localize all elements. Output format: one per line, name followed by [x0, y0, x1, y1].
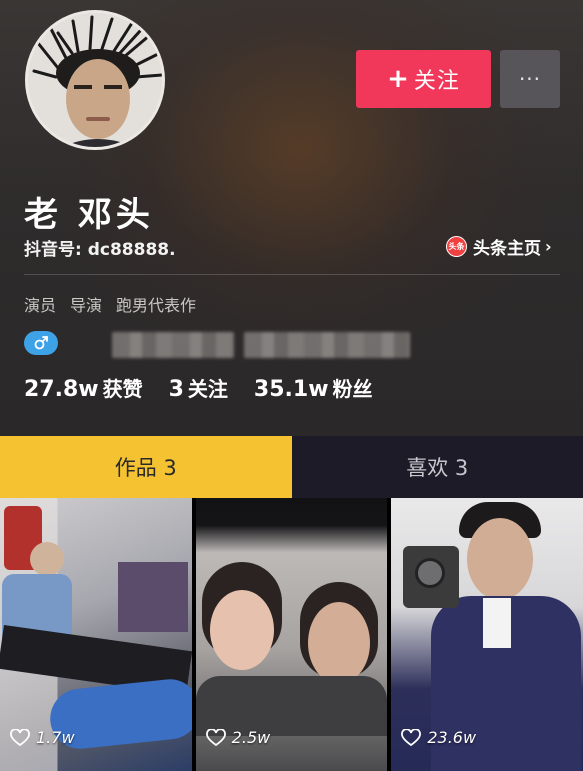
toutiao-icon: 头条 [446, 236, 467, 257]
heart-icon [10, 728, 30, 746]
tab-works[interactable]: 作品 3 [0, 436, 292, 498]
toutiao-link-label: 头条主页 [473, 239, 541, 259]
video-thumbnail[interactable]: 2.5w [195, 498, 388, 771]
divider [24, 274, 560, 275]
thumbnail-person [483, 598, 512, 648]
heart-icon [401, 728, 422, 746]
video-likes: 2.5w [205, 728, 271, 747]
avatar[interactable] [25, 10, 165, 150]
plus-icon: + [387, 64, 410, 94]
video-thumbnail[interactable]: 23.6w [391, 498, 583, 771]
video-likes-count: 1.7w [36, 728, 75, 747]
video-likes-count: 2.5w [231, 728, 271, 747]
avatar-image [28, 13, 162, 147]
thumbnail-person [30, 542, 64, 576]
content-tabs: 作品 3 喜欢 3 [0, 436, 583, 498]
more-icon: ··· [518, 67, 542, 91]
thumbnail-person [467, 518, 534, 600]
likes-label: 获赞 [102, 377, 143, 401]
follow-button[interactable]: + 关注 [356, 50, 491, 108]
video-likes: 23.6w [401, 728, 476, 747]
profile-name: 老 邓头 [24, 195, 154, 235]
gender-badge [24, 331, 58, 355]
profile-tags: 演员 导演 跑男代表作 [24, 292, 196, 316]
douyin-id: 抖音号: dc88888. [24, 240, 176, 260]
toutiao-homepage-link[interactable]: 头条 头条主页 › [446, 234, 552, 259]
tag: 导演 [70, 296, 103, 315]
video-grid: 1.7w 2.5w 23.6w [0, 498, 583, 771]
thumbnail-object [118, 562, 188, 632]
chevron-right-icon: › [545, 237, 552, 256]
more-button[interactable]: ··· [500, 50, 560, 108]
profile-header: + 关注 ··· 老 邓头 抖音号: dc88888. 头条 头条主页 › 演员… [0, 0, 583, 436]
likes-count: 27.8w [24, 377, 99, 402]
tag: 跑男代表作 [116, 296, 197, 315]
profile-stats: 27.8w 获赞 3 关注 35.1w 粉丝 [24, 373, 399, 402]
tag: 演员 [24, 296, 57, 315]
follow-label: 关注 [413, 69, 460, 94]
blurred-info [244, 332, 410, 358]
tab-likes[interactable]: 喜欢 3 [291, 436, 583, 498]
blurred-info [112, 332, 234, 358]
fans-count[interactable]: 35.1w [254, 377, 329, 402]
fans-label[interactable]: 粉丝 [333, 373, 373, 402]
thumbnail-person [209, 590, 274, 670]
heart-icon [205, 728, 226, 746]
video-likes-count: 23.6w [427, 728, 477, 747]
following-label[interactable]: 关注 [188, 373, 228, 402]
thumbnail-person [307, 602, 370, 684]
thumbnail-person [195, 676, 388, 736]
male-icon [34, 336, 48, 350]
video-thumbnail[interactable]: 1.7w [0, 498, 192, 771]
following-count[interactable]: 3 [169, 377, 184, 402]
video-likes: 1.7w [10, 728, 75, 747]
